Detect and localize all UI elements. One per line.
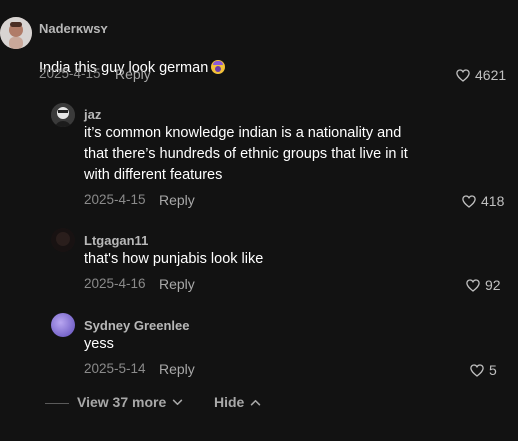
shocked-face-emoji-icon xyxy=(211,60,226,74)
like-button[interactable]: 4621 xyxy=(456,67,506,83)
reply-button[interactable]: Reply xyxy=(159,276,195,292)
view-more-label: View 37 more xyxy=(77,394,167,410)
comment-date: 2025-5-14 xyxy=(84,361,146,376)
comment-date: 2025-4-15 xyxy=(84,192,146,207)
like-button[interactable]: 418 xyxy=(462,193,504,209)
replies-footer: View 37 more Hide xyxy=(0,393,518,413)
reply-comment: Ltgagan11 that's how punjabis look like … xyxy=(0,225,518,300)
heart-icon xyxy=(466,278,480,292)
avatar-photo-icon xyxy=(0,17,32,49)
avatar-photo-icon xyxy=(51,103,75,127)
like-button[interactable]: 5 xyxy=(470,362,497,378)
comment-username[interactable]: Naderĸwsʏ xyxy=(39,21,108,36)
like-button[interactable]: 92 xyxy=(466,277,501,293)
comment-date: 2025-4-15 xyxy=(39,66,101,81)
hide-label: Hide xyxy=(214,394,245,410)
comment-text: it’s common knowledge indian is a nation… xyxy=(84,125,408,183)
chevron-up-icon xyxy=(251,399,261,405)
avatar[interactable] xyxy=(51,228,75,252)
avatar[interactable] xyxy=(51,313,75,337)
comment-username[interactable]: Ltgagan11 xyxy=(84,233,148,248)
like-count: 418 xyxy=(481,193,505,209)
like-count: 92 xyxy=(485,277,501,293)
reply-comment: Sydney Greenlee yess 2025-5-14 Reply 5 xyxy=(0,310,518,385)
reply-button[interactable]: Reply xyxy=(159,361,195,377)
reply-button[interactable]: Reply xyxy=(159,192,195,208)
like-count: 4621 xyxy=(475,67,507,83)
comment-username[interactable]: jaz xyxy=(84,107,101,122)
reply-comment: jaz it’s common knowledge indian is a na… xyxy=(0,95,518,215)
comment-date: 2025-4-16 xyxy=(84,276,146,291)
avatar-photo-icon xyxy=(51,228,75,252)
reply-button[interactable]: Reply xyxy=(115,66,151,82)
heart-icon xyxy=(470,363,484,377)
chevron-down-icon xyxy=(173,399,183,405)
heart-icon xyxy=(456,68,470,82)
comment-text: yess xyxy=(84,336,114,352)
comment-text: that's how punjabis look like xyxy=(84,251,264,267)
heart-icon xyxy=(462,194,476,208)
hide-replies-button[interactable]: Hide xyxy=(214,394,261,410)
avatar[interactable] xyxy=(0,17,32,49)
avatar[interactable] xyxy=(51,103,75,127)
view-more-replies-button[interactable]: View 37 more xyxy=(77,394,183,410)
comment-username[interactable]: Sydney Greenlee xyxy=(84,318,190,333)
divider xyxy=(45,403,69,404)
comment-top-level: Naderĸwsʏ India this guy look german 202… xyxy=(0,0,518,90)
avatar-photo-icon xyxy=(51,313,75,337)
like-count: 5 xyxy=(489,362,497,378)
